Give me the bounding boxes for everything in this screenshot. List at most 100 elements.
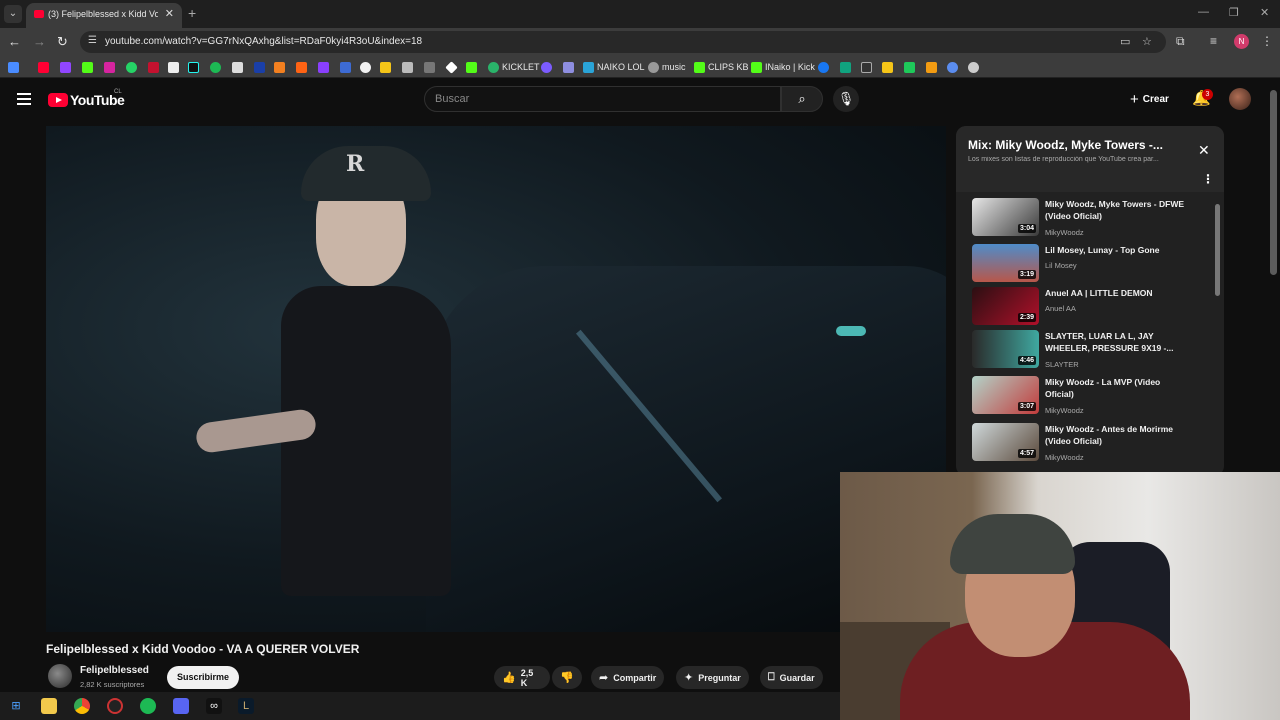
bookmark-greenplus-icon[interactable] xyxy=(904,60,915,74)
chrome-icon[interactable] xyxy=(74,698,90,714)
apps-icon[interactable] xyxy=(8,60,19,74)
bookmark-gray-icon[interactable] xyxy=(424,60,435,74)
subscribe-button[interactable]: Suscribirme xyxy=(167,666,239,689)
close-icon[interactable]: ✕ xyxy=(1198,142,1210,159)
bookmark-cloud-icon[interactable] xyxy=(274,60,285,74)
bookmark-green-icon[interactable] xyxy=(466,60,477,74)
like-button[interactable]: 👍 2,5 K xyxy=(494,666,550,689)
tiktok-bookmark-icon[interactable] xyxy=(188,60,199,74)
channel-avatar[interactable] xyxy=(48,664,72,688)
playlist-item[interactable]: 4:46 SLAYTER, LUAR LA L, JAY WHEELER, PR… xyxy=(972,330,1208,372)
bookmark-swirl-icon[interactable] xyxy=(947,60,958,74)
bookmark-kicklet[interactable]: KICKLET xyxy=(488,60,540,74)
bookmark-orange-icon[interactable] xyxy=(296,60,307,74)
youtube-bookmark-icon[interactable] xyxy=(38,60,49,74)
ask-button[interactable]: ✦ Preguntar xyxy=(676,666,749,689)
extensions-icon[interactable]: ⧉ xyxy=(1176,34,1185,49)
webcam-cap xyxy=(950,514,1075,574)
search-input[interactable]: Buscar xyxy=(424,86,781,112)
bookmark-teal-icon[interactable] xyxy=(840,60,851,74)
page-scrollbar[interactable] xyxy=(1270,90,1277,275)
back-icon[interactable]: ← xyxy=(8,34,21,49)
bookmark-dark-icon[interactable] xyxy=(861,60,872,74)
playlist-title[interactable]: Mix: Miky Woodz, Myke Towers -... xyxy=(968,138,1178,152)
playlist-scrollbar[interactable] xyxy=(1215,204,1220,296)
bookmark-search-icon[interactable] xyxy=(340,60,351,74)
bookmark-r-icon[interactable] xyxy=(882,60,893,74)
video-player[interactable]: R xyxy=(46,126,946,632)
more-options-icon[interactable]: ⋮ xyxy=(1202,172,1214,186)
youtube-logo[interactable]: YouTube xyxy=(48,92,125,108)
cast-icon[interactable]: ▭ xyxy=(1120,35,1130,48)
duration-badge: 3:19 xyxy=(1017,270,1036,279)
webcam-overlay xyxy=(840,472,1280,720)
bookmark-label: music xyxy=(662,62,686,72)
instagram-bookmark-icon[interactable] xyxy=(104,60,115,74)
tab-close-icon[interactable]: ✕ xyxy=(165,7,174,20)
bookmark-clips-kb[interactable]: CLIPS KB xyxy=(694,60,749,74)
playlist-item[interactable]: 3:07 Miky Woodz - La MVP (Video Oficial)… xyxy=(972,376,1208,418)
forward-icon[interactable]: → xyxy=(33,34,46,49)
twitch-bookmark-icon[interactable] xyxy=(60,60,71,74)
bookmark-s-icon[interactable] xyxy=(232,60,243,74)
account-avatar[interactable] xyxy=(1229,88,1251,110)
bookmark-discord-icon[interactable] xyxy=(541,60,552,74)
address-bar[interactable]: ☰ youtube.com/watch?v=GG7rNxQAxhg&list=R… xyxy=(80,31,1166,53)
channel-name[interactable]: Felipelblessed xyxy=(80,665,149,676)
file-explorer-icon[interactable] xyxy=(41,698,57,714)
reload-icon[interactable]: ↻ xyxy=(57,34,68,50)
voice-search-button[interactable]: 🎙 xyxy=(833,86,859,112)
playlist-item-channel: MikyWoodz xyxy=(1045,228,1084,237)
bookmark-white-icon[interactable] xyxy=(360,60,371,74)
share-button[interactable]: ➦ Compartir xyxy=(591,666,665,689)
bookmark-circle-icon[interactable] xyxy=(968,60,979,74)
playlist-header: Mix: Miky Woodz, Myke Towers -... Los mi… xyxy=(956,126,1224,192)
bookmark-blue-icon[interactable] xyxy=(254,60,265,74)
bookmark-inaiko-kick[interactable]: INaiko | Kick xyxy=(751,60,815,74)
windows-taskbar: ⊞ ∞ L xyxy=(0,692,840,720)
music-icon xyxy=(648,61,659,73)
active-tab[interactable]: (3) Felipelblessed x Kidd Voodoo ✕ xyxy=(26,3,182,28)
menu-icon[interactable] xyxy=(17,93,31,105)
spotify-bookmark-icon[interactable] xyxy=(210,60,221,74)
profile-avatar[interactable]: N xyxy=(1234,34,1249,49)
spotify-icon[interactable] xyxy=(140,698,156,714)
windows-start-icon[interactable]: ⊞ xyxy=(8,698,24,714)
create-button[interactable]: + Crear xyxy=(1124,88,1175,110)
league-client-icon[interactable]: L xyxy=(238,698,254,714)
thumbs-up-icon: 👍 xyxy=(502,672,516,684)
search-button[interactable]: ⌕ xyxy=(781,86,823,112)
bookmark-facebook-icon[interactable] xyxy=(818,60,829,74)
epic-icon[interactable]: ∞ xyxy=(206,698,222,714)
kick-bookmark-icon[interactable] xyxy=(82,60,93,74)
bookmark-music[interactable]: music xyxy=(648,60,686,74)
bookmark-u-icon[interactable] xyxy=(926,60,937,74)
bookmark-yellow-icon[interactable] xyxy=(380,60,391,74)
bookmark-red-icon[interactable] xyxy=(148,60,159,74)
window-close-icon[interactable]: ✕ xyxy=(1260,6,1269,19)
x-bookmark-icon[interactable] xyxy=(168,60,179,74)
bookmark-cat-icon[interactable] xyxy=(402,60,413,74)
dislike-button[interactable]: 👎 xyxy=(552,666,582,689)
playlist-item[interactable]: 3:04 Miky Woodz, Myke Towers - DFWE (Vid… xyxy=(972,198,1208,240)
obs-icon[interactable] xyxy=(107,698,123,714)
bookmark-shield-icon[interactable] xyxy=(563,60,574,74)
save-button[interactable]: ⎕ Guardar xyxy=(760,666,823,689)
bookmark-purple-icon[interactable] xyxy=(318,60,329,74)
url-text[interactable]: youtube.com/watch?v=GG7rNxQAxhg&list=RDa… xyxy=(105,36,422,47)
playlist-item[interactable]: 3:19 Lil Mosey, Lunay - Top Gone Lil Mos… xyxy=(972,244,1208,286)
browser-menu-icon[interactable]: ⋮ xyxy=(1261,34,1273,48)
site-info-icon[interactable]: ☰ xyxy=(88,35,97,46)
bookmark-naiko-lol[interactable]: NAIKO LOL xyxy=(583,60,645,74)
maximize-icon[interactable]: ❐ xyxy=(1229,6,1239,19)
playlist-item[interactable]: 2:39 Anuel AA | LITTLE DEMON Anuel AA xyxy=(972,287,1208,329)
minimize-icon[interactable]: — xyxy=(1198,6,1209,18)
playlist-item[interactable]: 4:57 Miky Woodz - Antes de Morirme (Vide… xyxy=(972,423,1208,465)
discord-icon[interactable] xyxy=(173,698,189,714)
tab-search-button[interactable]: ⌄ xyxy=(4,5,22,23)
media-controls-icon[interactable]: ≡ xyxy=(1210,34,1217,48)
new-tab-button[interactable]: + xyxy=(188,5,196,21)
bookmark-star-icon[interactable]: ☆ xyxy=(1142,35,1152,48)
whatsapp-bookmark-icon[interactable] xyxy=(126,60,137,74)
bookmark-diamond-icon[interactable] xyxy=(445,60,458,74)
